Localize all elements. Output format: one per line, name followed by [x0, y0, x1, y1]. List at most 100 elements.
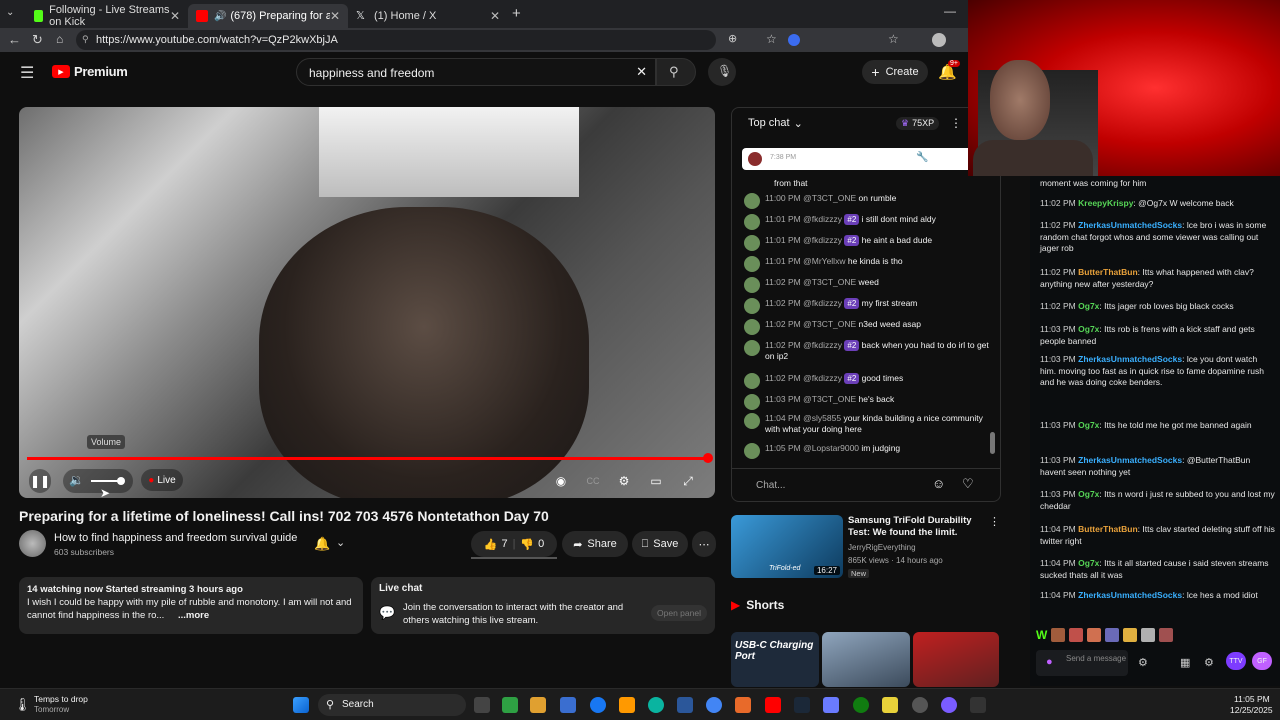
kick-chat-message[interactable]: 11:04 PM ButterThatBun: Itts clav starte…	[1040, 524, 1275, 547]
avatar[interactable]	[744, 319, 760, 335]
kick-username[interactable]: ButterThatBun	[1078, 267, 1138, 277]
kick-username[interactable]: ZherkasUnmatchedSocks	[1078, 455, 1182, 465]
kick-chat-message[interactable]: 11:02 PM ButterThatBun: Itts what happen…	[1040, 267, 1275, 290]
avatar[interactable]	[744, 193, 760, 209]
chat-message[interactable]: 11:01 PM @fkdizzzy #2 i still dont mind …	[744, 214, 994, 230]
chat-username[interactable]: @sly5855	[803, 413, 841, 423]
gear-icon[interactable]: ⚙	[1204, 656, 1214, 669]
create-button[interactable]: + Create	[862, 60, 928, 84]
chat-message[interactable]: 11:02 PM @fkdizzzy #2 good times	[744, 373, 994, 389]
short-thumbnail[interactable]	[822, 632, 910, 687]
kick-chat-message[interactable]: 11:03 PM Og7x: Itts he told me he got me…	[1040, 420, 1275, 432]
chat-message[interactable]: 11:05 PM @Lopstar9000 im judging	[744, 443, 994, 459]
youtube-logo[interactable]: ▶ Premium	[52, 64, 128, 79]
kick-username[interactable]: ButterThatBun	[1078, 524, 1138, 534]
progress-bar[interactable]	[27, 457, 707, 460]
kick-chat-message[interactable]: 11:02 PM Og7x: Itts jager rob loves big …	[1040, 301, 1275, 313]
description-box[interactable]: 14 watching now Started streaming 3 hour…	[19, 577, 363, 634]
avatar[interactable]	[744, 277, 760, 293]
new-tab-icon[interactable]: +	[512, 5, 521, 22]
app-icon[interactable]	[823, 697, 839, 713]
avatar[interactable]	[744, 235, 760, 251]
calculator-icon[interactable]	[677, 697, 693, 713]
chat-message[interactable]: 11:03 PM @T3CT_ONE he's back	[744, 394, 994, 410]
chat-username[interactable]: @MrYellxw	[803, 256, 845, 266]
open-panel-button[interactable]: Open panel	[651, 605, 707, 621]
kick-username[interactable]: Og7x	[1078, 420, 1099, 430]
kick-chat-message[interactable]: 11:04 PM ZherkasUnmatchedSocks: lce hes …	[1040, 590, 1275, 602]
store-icon[interactable]	[560, 697, 576, 713]
volume-handle[interactable]	[117, 477, 125, 485]
share-button[interactable]: ➦ Share	[562, 531, 628, 557]
emote-icon[interactable]: W	[1036, 628, 1047, 646]
video-player[interactable]: Volume ❚❚ 🔉 ● Live ◉ CC ⚙ ▭ ⤢	[19, 107, 715, 498]
recommended-video[interactable]: TriFold-ed 16:27 Samsung TriFold Durabil…	[731, 513, 1000, 583]
avatar[interactable]	[744, 394, 760, 410]
close-icon[interactable]: ✕	[490, 9, 500, 23]
chat-username[interactable]: @fkdizzzy	[803, 298, 842, 308]
chat-scrollbar[interactable]	[990, 432, 995, 454]
top-chat-dropdown[interactable]: Top chat ⌄	[748, 117, 803, 130]
site-info-icon[interactable]: ⚲	[82, 34, 89, 45]
chat-message[interactable]: 11:04 PM @sly5855 your kinda building a …	[744, 413, 994, 435]
kick-chat-message[interactable]: 11:03 PM ZherkasUnmatchedSocks: lce you …	[1040, 354, 1275, 389]
kick-username[interactable]: ZherkasUnmatchedSocks	[1078, 220, 1182, 230]
extension-icon[interactable]	[788, 34, 800, 46]
file-explorer-icon[interactable]	[530, 697, 546, 713]
chat-input[interactable]: Chat...	[756, 476, 936, 496]
address-bar[interactable]: ⚲ https://www.youtube.com/watch?v=QzP2kw…	[76, 30, 716, 50]
chat-username[interactable]: @fkdizzzy	[803, 373, 842, 383]
avatar[interactable]	[744, 340, 760, 356]
back-icon[interactable]: ←	[8, 32, 21, 47]
notifications-button[interactable]: 🔔 9+	[938, 60, 960, 82]
kick-chat-message[interactable]: 11:02 PM ZherkasUnmatchedSocks: lce bro …	[1040, 220, 1275, 255]
kick-username[interactable]: Og7x	[1078, 324, 1099, 334]
chat-username[interactable]: @fkdizzzy	[803, 235, 842, 245]
edge-icon[interactable]	[648, 697, 664, 713]
xbox-icon[interactable]	[853, 697, 869, 713]
live-badge[interactable]: ● Live	[141, 469, 183, 491]
clock-time[interactable]: 11:05 PM	[1234, 694, 1270, 704]
reload-icon[interactable]: ↻	[32, 32, 43, 48]
chat-username[interactable]: @fkdizzzy	[803, 214, 842, 224]
chat-message[interactable]: 11:02 PM @fkdizzzy #2 back when you had …	[744, 340, 994, 362]
obs-icon[interactable]	[912, 697, 928, 713]
chat-message[interactable]: 11:02 PM @T3CT_ONE weed	[744, 277, 994, 293]
tab-youtube[interactable]: 🔊 (678) Preparing for a lifetime ✕	[188, 4, 348, 28]
badge-icon[interactable]: TTV	[1226, 652, 1246, 670]
show-more-link[interactable]: ...more	[174, 609, 210, 622]
kick-chat-message[interactable]: 11:03 PM ZherkasUnmatchedSocks: @ButterT…	[1040, 455, 1275, 478]
menu-icon[interactable]: ☰	[20, 63, 34, 83]
chat-username[interactable]: @T3CT_ONE	[803, 277, 856, 287]
tab-kick[interactable]: Following - Live Streams on Kick ✕	[26, 4, 188, 28]
close-icon[interactable]: ✕	[170, 9, 180, 23]
heart-icon[interactable]: ♡	[962, 476, 974, 492]
badge-icon[interactable]: GF	[1252, 652, 1272, 670]
chat-message[interactable]: 11:02 PM @T3CT_ONE n3ed weed asap	[744, 319, 994, 335]
windows-start-icon[interactable]	[293, 697, 309, 713]
pause-button[interactable]: ❚❚	[29, 469, 51, 493]
profile-avatar[interactable]	[932, 33, 946, 47]
amazon-icon[interactable]	[619, 697, 635, 713]
kick-username[interactable]: Og7x	[1078, 301, 1099, 311]
kick-chat-message[interactable]: 11:02 PM KreepyKrispy: @Og7x W welcome b…	[1040, 198, 1275, 210]
search-input[interactable]: happiness and freedom ✕	[296, 58, 656, 86]
kick-username[interactable]: Og7x	[1078, 489, 1099, 499]
chat-username[interactable]: @T3CT_ONE	[803, 193, 856, 203]
chat-username[interactable]: @fkdizzzy	[803, 340, 842, 350]
avatar[interactable]	[744, 214, 760, 230]
avatar[interactable]	[744, 443, 760, 459]
dislike-button[interactable]: 👎 0	[520, 538, 544, 551]
chat-message[interactable]: 11:00 PM @T3CT_ONE on rumble	[744, 193, 994, 209]
bell-icon[interactable]: 🔔	[314, 536, 330, 552]
extension-icon[interactable]: ⊕	[728, 32, 737, 45]
volume-control[interactable]: 🔉	[63, 469, 133, 493]
like-button[interactable]: 👍 7	[484, 538, 508, 551]
tab-x[interactable]: 𝕏 (1) Home / X ✕	[348, 4, 508, 28]
star-icon[interactable]: ☆	[766, 32, 777, 46]
scrubber-handle[interactable]	[703, 453, 713, 463]
vlc-icon[interactable]	[735, 697, 751, 713]
close-icon[interactable]: ✕	[330, 9, 340, 23]
chrome-icon[interactable]	[706, 697, 722, 713]
kick-username[interactable]: Og7x	[1078, 558, 1099, 568]
